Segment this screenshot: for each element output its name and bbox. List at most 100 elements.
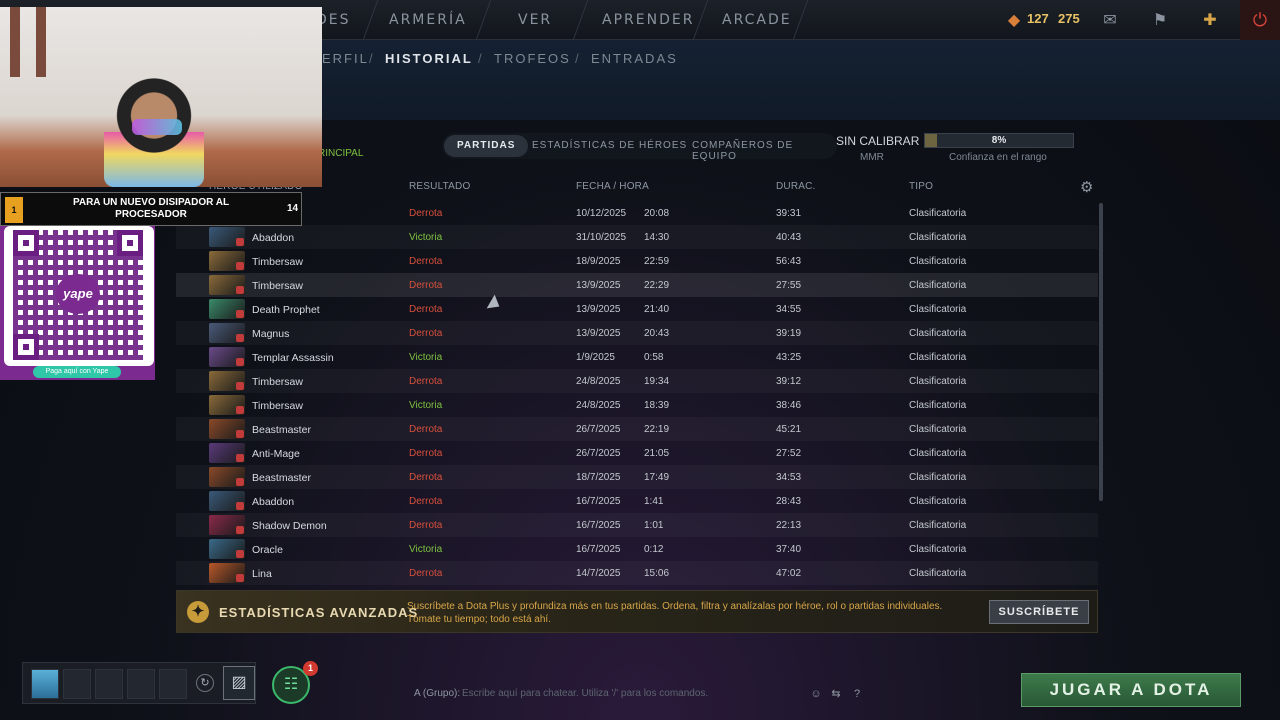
match-row[interactable]: Abaddon Victoria 31/10/2025 14:30 40:43 Clasi… [176, 225, 1098, 249]
emoticon-icon[interactable]: ☺ [808, 686, 824, 702]
match-date: 16/7/2025 [576, 544, 621, 555]
match-row[interactable]: BatriderDerrota10/12/202520:0839:31Clasi… [176, 201, 1098, 225]
match-row[interactable]: Magnus Derrota 13/9/2025 20:43 39:19 Clasific… [176, 321, 1098, 345]
match-row[interactable]: Anti-Mage Derrota 26/7/2025 21:05 27:52 Clasi… [176, 441, 1098, 465]
match-time: 17:49 [644, 472, 670, 483]
match-row[interactable]: Abaddon Derrota 16/7/2025 1:41 28:43 Clasific… [176, 489, 1098, 513]
table-scrollbar[interactable] [1099, 203, 1103, 501]
subnav-separator: / [575, 51, 579, 66]
role-badge-icon [236, 334, 244, 342]
match-result: Derrota [409, 448, 443, 459]
match-row[interactable]: Beastmaster Derrota 18/7/2025 17:49 34:53 Cla… [176, 465, 1098, 489]
match-type: Clasificatoria [909, 448, 967, 459]
match-row[interactable]: Templar Assassin Victoria 1/9/2025 0:58 43:2… [176, 345, 1098, 369]
match-row[interactable]: Oracle Victoria 16/7/2025 0:12 37:40 Clasific… [176, 537, 1098, 561]
column-header-duration[interactable]: DURAC. [776, 181, 816, 192]
play-dota-button[interactable]: JUGAR A DOTA [1021, 673, 1241, 707]
tab-matches[interactable]: PARTIDAS [444, 135, 529, 157]
match-time: 1:41 [644, 496, 664, 507]
role-badge-icon [236, 358, 244, 366]
role-badge-icon [236, 382, 244, 390]
hero-portrait [209, 347, 245, 367]
match-row[interactable]: Timbersaw Derrota 24/8/2025 19:34 39:12 Clasi… [176, 369, 1098, 393]
armory-rack-icon[interactable]: ⚑ [1148, 8, 1172, 32]
match-type: Clasificatoria [909, 544, 967, 555]
webcam-overlay [0, 7, 322, 187]
help-icon[interactable]: ? [849, 686, 865, 702]
shards-icon: ◆ [1007, 12, 1021, 29]
party-bar [22, 662, 256, 704]
gear-icon[interactable]: ⚙ [1080, 178, 1093, 196]
match-date: 1/9/2025 [576, 352, 615, 363]
match-row[interactable]: Timbersaw Victoria 24/8/2025 18:39 38:46 Clas… [176, 393, 1098, 417]
subnav-profile[interactable]: ERFIL [322, 51, 369, 66]
confidence-bar: 8% [924, 133, 1074, 148]
nav-item-watch[interactable]: VER [518, 12, 552, 28]
match-row[interactable]: Timbersaw Derrota 18/9/2025 22:59 56:43 Clasi… [176, 249, 1098, 273]
hero-name: Magnus [252, 328, 290, 340]
column-header-type[interactable]: TIPO [909, 181, 933, 192]
nav-item-armory[interactable]: ARMERÍA [389, 12, 467, 28]
match-row[interactable]: Shadow Demon Derrota 16/7/2025 1:01 22:13 Cla… [176, 513, 1098, 537]
subscribe-button[interactable]: SUSCRÍBETE [989, 600, 1089, 624]
chat-channel-label: A (Grupo): [414, 688, 461, 699]
column-header-datetime[interactable]: FECHA / HORA [576, 181, 649, 192]
match-duration: 34:55 [776, 304, 802, 315]
nav-item-arcade[interactable]: ARCADE [722, 12, 792, 28]
role-badge-icon [236, 574, 244, 582]
hero-name: Templar Assassin [252, 352, 334, 364]
chat-bubble-icon[interactable]: ✉ [1098, 8, 1122, 32]
subnav-trophies[interactable]: TROFEOS [494, 51, 571, 66]
nav-item-learn[interactable]: APRENDER [602, 12, 694, 28]
match-history-table: BatriderDerrota10/12/202520:0839:31Clasi… [176, 201, 1098, 585]
match-duration: 37:40 [776, 544, 802, 555]
party-slot[interactable] [95, 669, 123, 699]
guild-shield-icon[interactable]: ▨ [223, 666, 255, 700]
party-slot[interactable] [159, 669, 187, 699]
tab-teammates[interactable]: COMPAÑEROS DE EQUIPO [692, 140, 837, 162]
nav-separator [692, 0, 709, 40]
match-date: 26/7/2025 [576, 424, 621, 435]
match-result: Derrota [409, 304, 443, 315]
hero-portrait [209, 227, 245, 247]
match-type: Clasificatoria [909, 400, 967, 411]
match-date: 13/9/2025 [576, 280, 621, 291]
party-slot[interactable] [127, 669, 155, 699]
party-slot-me[interactable] [31, 669, 59, 699]
match-type: Clasificatoria [909, 520, 967, 531]
qr-finder [117, 230, 143, 256]
role-badge-icon [236, 310, 244, 318]
match-row[interactable]: Death Prophet Derrota 13/9/2025 21:40 34:55 C… [176, 297, 1098, 321]
match-result: Derrota [409, 208, 443, 219]
match-date: 16/7/2025 [576, 520, 621, 531]
subnav-history[interactable]: HISTORIAL [385, 51, 473, 66]
refresh-icon[interactable]: ↻ [196, 674, 214, 692]
match-duration: 38:46 [776, 400, 802, 411]
confidence-label: Confianza en el rango [949, 152, 1047, 163]
dota-plus-icon[interactable]: ✚ [1198, 8, 1222, 32]
match-duration: 40:43 [776, 232, 802, 243]
match-type: Clasificatoria [909, 496, 967, 507]
nav-separator [362, 0, 379, 40]
mmr-label: MMR [860, 152, 884, 163]
power-button[interactable]: ⏻ [1240, 0, 1280, 40]
subnav-entries[interactable]: ENTRADAS [591, 51, 678, 66]
confidence-value: 8% [991, 135, 1007, 146]
hero-name: Abaddon [252, 232, 295, 244]
match-type: Clasificatoria [909, 328, 967, 339]
hero-portrait [209, 467, 245, 487]
role-badge-icon [236, 526, 244, 534]
tab-hero-stats[interactable]: ESTADÍSTICAS DE HÉROES [532, 140, 687, 151]
chat-menu-icon[interactable]: ⇆ [828, 686, 844, 702]
principal-label[interactable]: RINCIPAL [318, 148, 363, 159]
chat-input[interactable] [462, 684, 802, 702]
match-row[interactable]: Lina Derrota 14/7/2025 15:06 47:02 Clasificat… [176, 561, 1098, 585]
match-row[interactable]: Timbersaw Derrota 13/9/2025 22:29 27:55 Clasi… [176, 273, 1098, 297]
match-result: Derrota [409, 496, 443, 507]
match-row[interactable]: Beastmaster Derrota 26/7/2025 22:19 45:21 Cla… [176, 417, 1098, 441]
match-result: Derrota [409, 424, 443, 435]
hero-portrait [209, 371, 245, 391]
column-header-result[interactable]: RESULTADO [409, 181, 470, 192]
role-badge-icon [236, 430, 244, 438]
party-slot[interactable] [63, 669, 91, 699]
